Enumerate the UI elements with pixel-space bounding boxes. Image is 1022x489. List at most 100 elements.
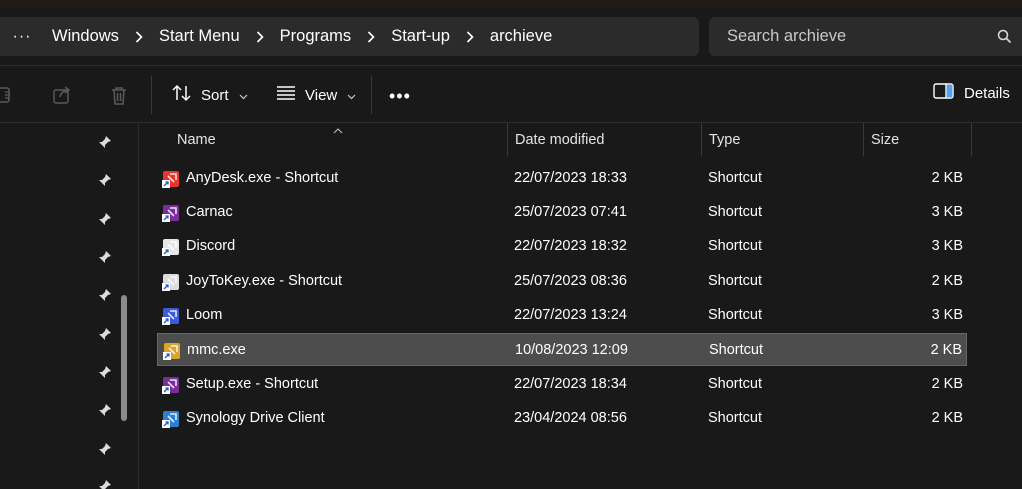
breadcrumb-start-up[interactable]: Start-up <box>391 27 450 46</box>
file-name: AnyDesk.exe - Shortcut <box>186 170 339 186</box>
pin-icon[interactable] <box>98 173 112 190</box>
sort-ascending-icon <box>333 121 343 137</box>
view-label: View <box>305 86 338 104</box>
loom-icon <box>162 307 180 325</box>
sort-button[interactable]: Sort <box>171 83 248 107</box>
file-size: 3 KB <box>931 204 963 220</box>
pane-divider <box>138 123 139 489</box>
breadcrumb-programs[interactable]: Programs <box>280 27 352 46</box>
sort-icon <box>171 84 193 106</box>
chevron-down-icon <box>239 87 248 104</box>
file-date: 23/04/2024 08:56 <box>514 410 627 426</box>
file-row[interactable]: Synology Drive Client 23/04/2024 08:56 S… <box>157 402 967 435</box>
file-type: Shortcut <box>708 376 762 392</box>
pin-icon[interactable] <box>98 212 112 229</box>
nav-pane-scrollbar[interactable] <box>121 295 127 421</box>
search-input[interactable]: Search archieve <box>709 17 1022 56</box>
chevron-right-icon[interactable] <box>351 30 391 43</box>
breadcrumb-start-menu[interactable]: Start Menu <box>159 27 240 46</box>
column-header-type[interactable]: Type <box>709 123 740 156</box>
carnac-icon <box>162 204 180 222</box>
file-size: 3 KB <box>931 307 963 323</box>
file-type: Shortcut <box>708 307 762 323</box>
search-placeholder: Search archieve <box>727 27 847 45</box>
breadcrumb-windows[interactable]: Windows <box>52 27 119 46</box>
file-row[interactable]: Discord 22/07/2023 18:32 Shortcut 3 KB <box>157 230 967 263</box>
anydesk-icon <box>162 170 180 188</box>
pin-icon[interactable] <box>98 135 112 152</box>
file-type: Shortcut <box>708 410 762 426</box>
details-pane-button[interactable]: Details <box>933 83 1010 103</box>
file-date: 22/07/2023 13:24 <box>514 307 627 323</box>
sort-label: Sort <box>201 86 229 104</box>
column-header-name[interactable]: Name <box>177 123 216 156</box>
file-date: 10/08/2023 12:09 <box>515 342 628 358</box>
navigation-pane[interactable] <box>0 123 139 489</box>
column-separator[interactable] <box>971 123 972 156</box>
discord-icon <box>162 238 180 256</box>
delete-icon[interactable] <box>109 85 129 109</box>
file-row[interactable]: Setup.exe - Shortcut 22/07/2023 18:34 Sh… <box>157 368 967 401</box>
file-date: 22/07/2023 18:33 <box>514 170 627 186</box>
file-name: Loom <box>186 307 223 323</box>
file-type: Shortcut <box>708 273 762 289</box>
address-bar[interactable]: ··· Windows Start Menu Programs Start-up… <box>0 17 699 56</box>
file-type: Shortcut <box>709 342 763 358</box>
file-row[interactable]: Loom 22/07/2023 13:24 Shortcut 3 KB <box>157 299 967 332</box>
file-name: Setup.exe - Shortcut <box>186 376 319 392</box>
rename-icon[interactable] <box>0 85 14 108</box>
file-date: 22/07/2023 18:34 <box>514 376 627 392</box>
pin-icon[interactable] <box>98 327 112 344</box>
file-name: mmc.exe <box>187 342 246 358</box>
column-separator[interactable] <box>863 123 864 156</box>
search-icon[interactable] <box>997 29 1012 47</box>
file-date: 22/07/2023 18:32 <box>514 238 627 254</box>
share-icon[interactable] <box>52 85 72 108</box>
file-type: Shortcut <box>708 170 762 186</box>
pin-icon[interactable] <box>98 479 112 489</box>
file-row[interactable]: Carnac 25/07/2023 07:41 Shortcut 3 KB <box>157 196 967 229</box>
pin-icon[interactable] <box>98 365 112 382</box>
column-separator[interactable] <box>701 123 702 156</box>
chevron-right-icon[interactable] <box>119 30 159 43</box>
file-size: 2 KB <box>931 170 963 186</box>
file-name: Carnac <box>186 204 233 220</box>
file-size: 3 KB <box>931 238 963 254</box>
chevron-right-icon[interactable] <box>240 30 280 43</box>
pin-icon[interactable] <box>98 403 112 420</box>
file-name: Discord <box>186 238 236 254</box>
details-pane-icon <box>933 83 955 103</box>
toolbar-separator <box>371 76 372 114</box>
column-header-size[interactable]: Size <box>871 123 899 156</box>
window-top-strip <box>0 0 1022 8</box>
breadcrumb-archieve[interactable]: archieve <box>490 27 552 46</box>
pin-icon[interactable] <box>98 288 112 305</box>
file-type: Shortcut <box>708 204 762 220</box>
command-bar: Sort View ••• Details <box>0 66 1022 123</box>
column-header-date-modified[interactable]: Date modified <box>515 123 604 156</box>
file-date: 25/07/2023 07:41 <box>514 204 627 220</box>
view-button[interactable]: View <box>275 83 356 107</box>
mmc-icon <box>163 342 181 360</box>
file-row[interactable]: JoyToKey.exe - Shortcut 25/07/2023 08:36… <box>157 265 967 298</box>
file-size: 2 KB <box>931 273 963 289</box>
divider <box>0 122 1022 123</box>
file-date: 25/07/2023 08:36 <box>514 273 627 289</box>
file-row-selected[interactable]: mmc.exe 10/08/2023 12:09 Shortcut 2 KB <box>157 333 967 366</box>
pin-icon[interactable] <box>98 250 112 267</box>
chevron-down-icon <box>347 87 356 104</box>
more-options-button[interactable]: ••• <box>389 86 411 107</box>
view-list-icon <box>275 85 297 105</box>
column-separator[interactable] <box>507 123 508 156</box>
file-row[interactable]: AnyDesk.exe - Shortcut 22/07/2023 18:33 … <box>157 162 967 195</box>
chevron-right-icon[interactable] <box>450 30 490 43</box>
synology-icon <box>162 410 180 428</box>
pin-icon[interactable] <box>98 442 112 459</box>
joytokey-icon <box>162 273 180 291</box>
file-size: 2 KB <box>930 342 962 358</box>
file-size: 2 KB <box>931 410 963 426</box>
breadcrumb-overflow-button[interactable]: ··· <box>0 28 44 46</box>
file-name: Synology Drive Client <box>186 410 325 426</box>
file-type: Shortcut <box>708 238 762 254</box>
file-name: JoyToKey.exe - Shortcut <box>186 273 343 289</box>
